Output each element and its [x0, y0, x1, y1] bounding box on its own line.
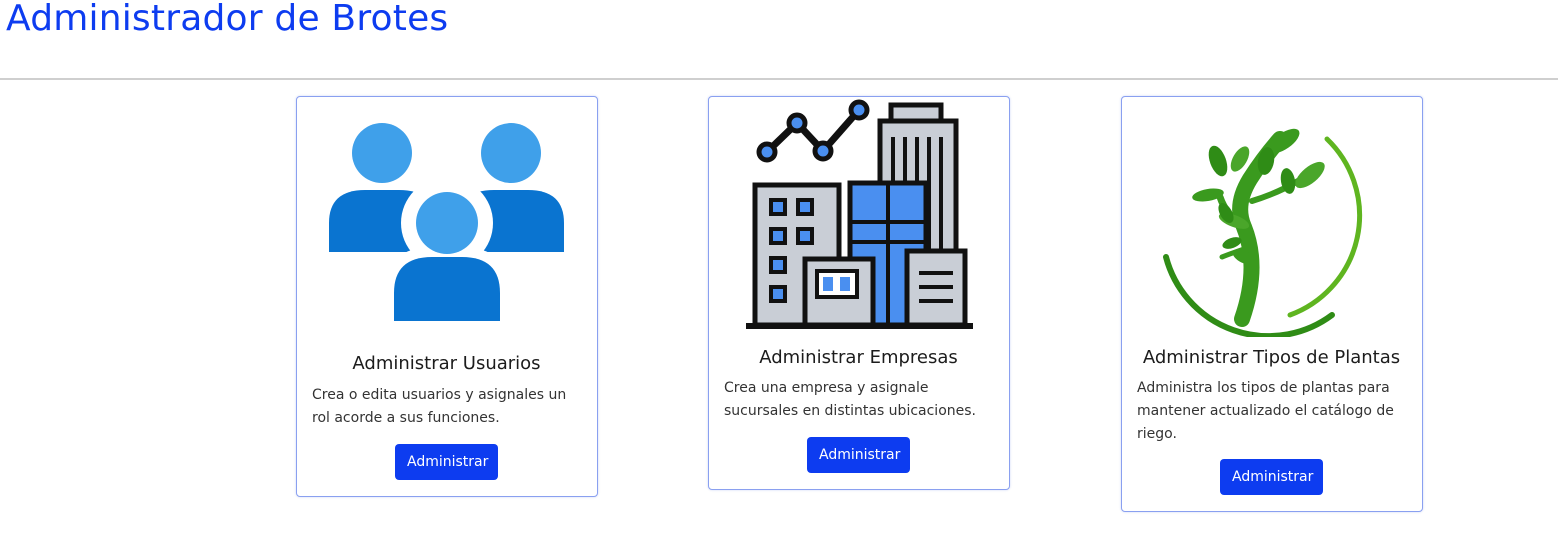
- card-text-plants: Administra los tipos de plantas para man…: [1137, 380, 1394, 442]
- users-group-icon: [297, 97, 596, 337]
- page-title: Administrador de Brotes: [6, 0, 449, 39]
- plant-tree-icon: [1122, 97, 1421, 340]
- card-users: Administrar Usuarios Crea o edita usuari…: [296, 96, 598, 497]
- card-text-companies: Crea una empresa y asignale sucursales e…: [724, 380, 976, 419]
- administrar-tipos-plantas-button[interactable]: Administrar: [1220, 459, 1323, 495]
- page: Administrador de Brotes Administrar Usua…: [0, 0, 1558, 533]
- card-text-users: Crea o edita usuarios y asignales un rol…: [312, 387, 567, 426]
- card-plants: Administrar Tipos de Plantas Administra …: [1121, 96, 1423, 512]
- administrar-empresas-button[interactable]: Administrar: [807, 437, 910, 473]
- company-buildings-icon: [709, 97, 1008, 337]
- card-title-companies: Administrar Empresas: [759, 347, 958, 368]
- card-title-users: Administrar Usuarios: [352, 353, 541, 374]
- card-companies: Administrar Empresas Crea una empresa y …: [708, 96, 1010, 490]
- header: Administrador de Brotes: [0, 0, 1558, 80]
- card-title-plants: Administrar Tipos de Plantas: [1142, 347, 1401, 368]
- administrar-usuarios-button[interactable]: Administrar: [395, 444, 498, 480]
